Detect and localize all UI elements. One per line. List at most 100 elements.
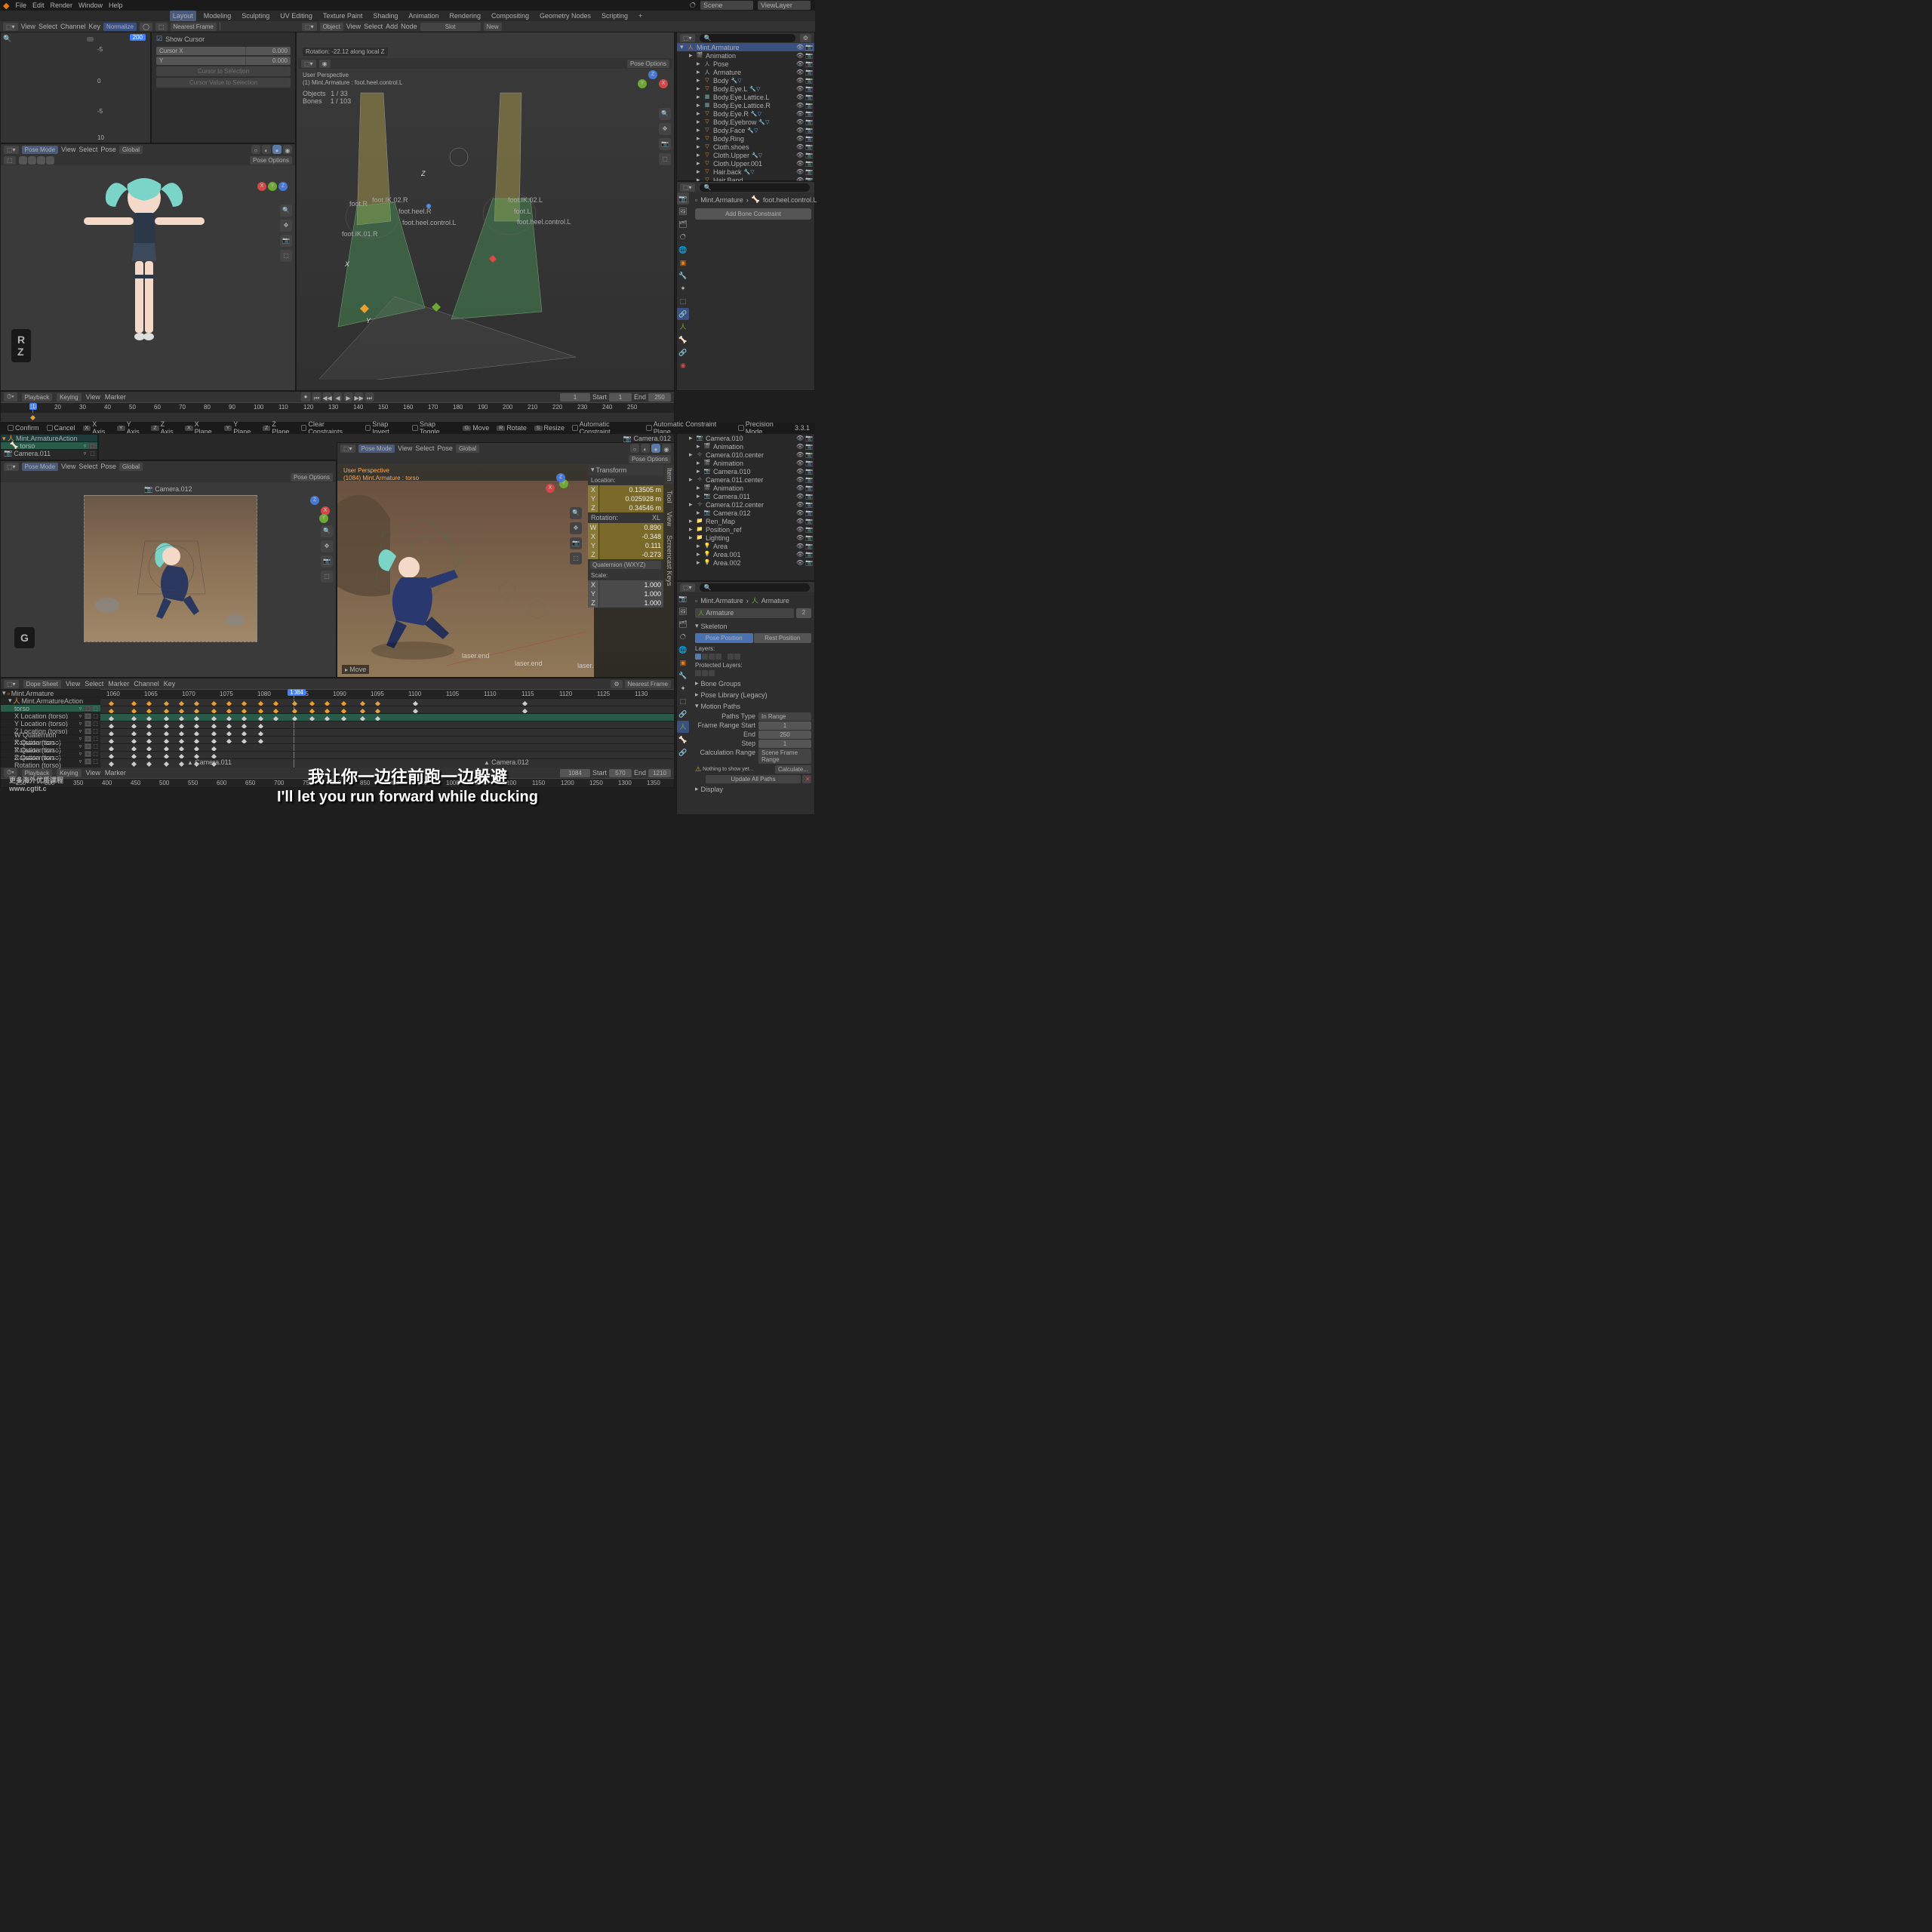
shading-icon[interactable]: ◐	[641, 444, 650, 453]
rot-x[interactable]: -0.348	[598, 532, 663, 541]
frame-end[interactable]: 250	[648, 393, 671, 401]
modifier-tab[interactable]: 🔧	[677, 269, 689, 281]
eye-icon[interactable]: 👁	[796, 460, 804, 466]
vp3-select[interactable]: Select	[78, 463, 97, 470]
viewport-main[interactable]: ⬚▾ ◉ Pose Options Rotation: -22.12 along…	[296, 32, 675, 391]
search-icon[interactable]: 🔍	[3, 35, 11, 43]
axis-gizmo-vp4[interactable]: X Y Z	[546, 473, 576, 503]
camera-icon[interactable]: 📷	[805, 501, 813, 508]
camera-icon[interactable]: 📷	[805, 451, 813, 458]
vp1-select[interactable]: Select	[78, 146, 97, 153]
tl-keying[interactable]: Keying	[57, 393, 81, 401]
scale-x[interactable]: 1.000	[598, 580, 663, 589]
camera-icon[interactable]: 📷	[805, 551, 813, 558]
zoom-icon[interactable]: 🔍	[659, 108, 671, 120]
eye-icon[interactable]: 👁	[796, 485, 804, 491]
axis-gizmo-vp1[interactable]: X Y Z	[257, 173, 288, 203]
eye-icon[interactable]: 👁	[796, 102, 804, 109]
camera-icon[interactable]: 📷	[570, 537, 582, 549]
vp4-select[interactable]: Select	[415, 445, 434, 452]
ws-add[interactable]: +	[635, 11, 645, 21]
outliner-item[interactable]: Lighting	[706, 534, 730, 542]
scene-tab[interactable]: 🔿	[677, 231, 689, 243]
eye-icon[interactable]: 👁	[796, 77, 804, 84]
shading-icon[interactable]: ●	[272, 145, 281, 154]
tl2-current[interactable]: 1084	[560, 769, 590, 777]
pose-options-vp2[interactable]: Pose Options	[627, 60, 669, 68]
mp-start[interactable]: 1	[758, 721, 811, 730]
prev-key-icon[interactable]: ◀◀	[322, 392, 331, 401]
shading-icon[interactable]: ◉	[662, 444, 671, 453]
output-tab[interactable]: 🖼	[677, 205, 689, 217]
tl-type[interactable]: ⏱▾	[4, 392, 17, 401]
viewlayer-tab[interactable]: 🗂	[677, 218, 689, 230]
dope-select[interactable]: Select	[85, 680, 103, 688]
eye-icon[interactable]: 👁	[796, 443, 804, 450]
jump-end-icon[interactable]: ⏭	[365, 392, 374, 401]
calculate-btn[interactable]: Calculate...	[775, 765, 811, 774]
outliner-item[interactable]: Armature	[713, 69, 741, 76]
keyframe[interactable]	[131, 761, 137, 767]
rest-pos-btn[interactable]: Rest Position	[754, 633, 812, 643]
eye-icon[interactable]: 👁	[796, 152, 804, 158]
dope-tracks[interactable]: 1060106510701075108010851090109511001105…	[100, 689, 674, 768]
outliner-item[interactable]: Body.Eye.Lattice.L	[713, 94, 769, 101]
dope-view[interactable]: View	[66, 680, 80, 688]
tl2-type[interactable]: ⏱▾	[4, 768, 17, 777]
camera-icon[interactable]: 📷	[805, 135, 813, 142]
ws-sculpting[interactable]: Sculpting	[238, 11, 272, 21]
vp4-view[interactable]: View	[398, 445, 412, 452]
tab[interactable]: 📷	[677, 592, 689, 605]
tl2-view[interactable]: View	[86, 769, 100, 777]
motionpaths-header[interactable]: Motion Paths	[701, 703, 741, 710]
checkbox-icon[interactable]: ☑	[156, 35, 162, 43]
ws-rendering[interactable]: Rendering	[446, 11, 484, 21]
tab-view[interactable]: View	[665, 509, 674, 528]
eye-icon[interactable]: 👁	[796, 52, 804, 59]
loc-y[interactable]: 0.025928 m	[598, 494, 663, 503]
persp-icon[interactable]: ⬚	[659, 153, 671, 165]
ws-animation[interactable]: Animation	[405, 11, 441, 21]
camera-icon[interactable]: 📷	[805, 110, 813, 117]
eye-icon[interactable]: 👁	[796, 85, 804, 92]
keyframe[interactable]	[164, 761, 169, 767]
props-bone[interactable]: foot.heel.control.L	[763, 196, 817, 204]
rot-z[interactable]: -0.273	[598, 550, 663, 559]
eye-icon[interactable]: 👁	[796, 518, 804, 525]
z-axis-icon[interactable]: Z	[648, 70, 657, 79]
outliner-item[interactable]: Area	[713, 543, 728, 550]
tab[interactable]: ✦	[677, 682, 689, 694]
tab-tool[interactable]: Tool	[665, 488, 674, 506]
eye-icon[interactable]: 👁	[796, 168, 804, 175]
zoom-icon[interactable]: 🔍	[321, 525, 333, 537]
render-tab[interactable]: 📷	[677, 192, 689, 205]
camera-icon[interactable]: 📷	[659, 138, 671, 150]
props-type[interactable]: ⬚▾	[680, 183, 695, 192]
tab[interactable]: 🔿	[677, 631, 689, 643]
slot[interactable]: Slot	[420, 23, 481, 31]
outliner-type[interactable]: ⬚▾	[680, 34, 695, 42]
dope-key[interactable]: Key	[164, 680, 176, 688]
eye-icon[interactable]: 👁	[796, 534, 804, 541]
vp1-view[interactable]: View	[61, 146, 75, 153]
poselib-header[interactable]: Pose Library (Legacy)	[701, 691, 768, 699]
hdr-select[interactable]: Select	[38, 23, 57, 30]
dope-channel[interactable]: Y Location (torso)	[14, 720, 68, 728]
camera-icon[interactable]: 📷	[805, 460, 813, 466]
hdr-view[interactable]: View	[21, 23, 35, 30]
vp1-type[interactable]: ⬚▾	[4, 146, 19, 154]
outliner-search[interactable]: 🔍	[700, 34, 795, 42]
add-constraint-btn[interactable]: Add Bone Constraint	[695, 208, 811, 220]
persp-icon[interactable]: ⬚	[570, 552, 582, 565]
outliner-item[interactable]: Area.001	[713, 551, 741, 558]
tab-sk[interactable]: Screencast Keys	[665, 533, 674, 589]
filter-icon[interactable]: ⚙	[611, 680, 622, 688]
delete-icon[interactable]: ✕	[802, 775, 811, 783]
menu-window[interactable]: Window	[78, 2, 103, 9]
mp-step[interactable]: 1	[758, 740, 811, 748]
rot-w[interactable]: 0.890	[598, 523, 663, 532]
outliner-item[interactable]: Ren_Map	[706, 518, 735, 525]
dope-mode[interactable]: Dope Sheet	[23, 680, 61, 688]
toggle[interactable]	[87, 37, 94, 42]
constraint-tab[interactable]: 🔗	[677, 308, 689, 320]
